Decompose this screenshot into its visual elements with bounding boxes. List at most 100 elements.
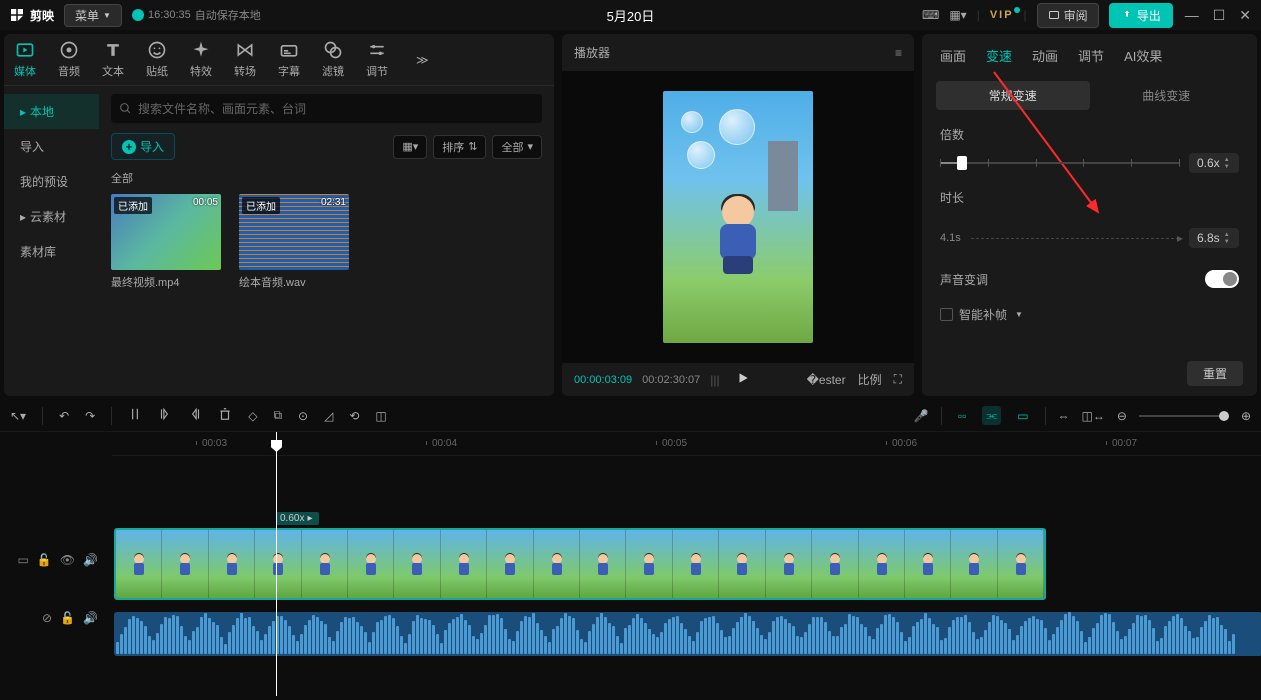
tab-text[interactable]: 文本	[102, 40, 124, 79]
ptab-speed[interactable]: 变速	[986, 46, 1012, 65]
rotate-tool[interactable]: ⟲	[349, 409, 359, 423]
check-icon	[132, 9, 144, 21]
text-icon	[103, 40, 123, 60]
sort-button[interactable]: 排序 ⇅	[433, 135, 486, 159]
clip-speed-badge: 0.60x▸	[276, 512, 319, 525]
mirror-tool[interactable]: ◿	[324, 409, 333, 423]
media-thumb[interactable]: 已添加 00:05 最终视频.mp4	[111, 194, 221, 290]
redo-button[interactable]: ↷	[85, 409, 95, 423]
trim-left-tool[interactable]	[158, 407, 172, 424]
filter-button[interactable]: 全部 ▾	[492, 135, 542, 159]
focus-icon[interactable]: �ester	[807, 373, 846, 387]
lock-icon[interactable]: 🔓	[37, 553, 52, 567]
export-button[interactable]: 导出	[1109, 3, 1173, 28]
subtab-curve[interactable]: 曲线变速	[1090, 81, 1244, 110]
preview-mode[interactable]: ▭	[1013, 407, 1032, 425]
reset-button[interactable]: 重置	[1187, 361, 1243, 386]
sidebar-local[interactable]: ▸ 本地	[4, 94, 99, 129]
delete-tool[interactable]	[218, 407, 232, 424]
playhead[interactable]	[276, 432, 277, 696]
sidebar-library[interactable]: 素材库	[4, 234, 99, 269]
speed-slider[interactable]	[940, 162, 1179, 164]
mic-icon[interactable]: 🎤	[914, 409, 929, 423]
marker-tool[interactable]: ◇	[248, 409, 257, 423]
ratio-button[interactable]: 比例	[858, 371, 882, 388]
tab-transition[interactable]: 转场	[234, 40, 256, 79]
more-tabs-icon[interactable]: ≫	[416, 53, 429, 67]
ptab-ai[interactable]: AI效果	[1124, 46, 1162, 65]
zoom-out-icon[interactable]: ⊖	[1117, 409, 1127, 423]
pitch-label: 声音变调	[940, 271, 988, 288]
tab-subtitle[interactable]: 字幕	[278, 40, 300, 79]
minimize-button[interactable]: —	[1183, 7, 1201, 23]
view-mode-button[interactable]: ▦▾	[393, 135, 427, 159]
adjust-icon	[367, 40, 387, 60]
sidebar-preset[interactable]: 我的预设	[4, 164, 99, 199]
sidebar-import[interactable]: 导入	[4, 129, 99, 164]
cover-icon[interactable]: ▭	[18, 553, 29, 567]
media-thumb[interactable]: 已添加 02:31 绘本音频.wav	[239, 194, 349, 290]
tab-media[interactable]: 媒体	[14, 40, 36, 79]
current-time: 00:00:03:09	[574, 374, 632, 386]
magnet-mode[interactable]: ▫▫	[954, 407, 971, 425]
subtab-normal[interactable]: 常规变速	[936, 81, 1090, 110]
zoom-in-icon[interactable]: ⊕	[1241, 409, 1251, 423]
video-frame	[663, 91, 813, 343]
split-tool[interactable]	[128, 407, 142, 424]
menu-button[interactable]: 菜单▼	[64, 4, 122, 27]
tab-sticker[interactable]: 贴纸	[146, 40, 168, 79]
mute-icon[interactable]: 🔊	[83, 553, 98, 567]
maximize-button[interactable]: ☐	[1211, 7, 1228, 24]
effects-icon	[191, 40, 211, 60]
duration-value[interactable]: 6.8s▲▼	[1189, 228, 1239, 248]
search-input[interactable]: 搜索文件名称、画面元素、台词	[111, 94, 542, 123]
review-icon	[1048, 9, 1060, 21]
tab-filter[interactable]: 滤镜	[322, 40, 344, 79]
transition-icon	[235, 40, 255, 60]
fullscreen-icon[interactable]: ⛶	[894, 372, 902, 387]
ptab-adjust[interactable]: 调节	[1078, 46, 1104, 65]
pitch-toggle[interactable]	[1205, 270, 1239, 288]
search-icon	[119, 102, 132, 115]
mute-icon[interactable]: 🔊	[83, 611, 98, 625]
layout-icon[interactable]: ▦▾	[949, 8, 966, 22]
audio-clip[interactable]	[114, 612, 1261, 656]
video-clip[interactable]	[114, 528, 1046, 600]
player-menu-icon[interactable]: ≡	[895, 46, 902, 60]
player-viewport	[562, 71, 914, 363]
audio-track-controls: ⊘ 🔓 🔊	[0, 586, 112, 636]
disable-icon[interactable]: ⊘	[42, 611, 52, 625]
zoom-slider[interactable]	[1139, 415, 1229, 417]
smartframe-checkbox[interactable]	[940, 308, 953, 321]
keyboard-icon[interactable]: ⌨	[922, 8, 939, 22]
tab-adjust[interactable]: 调节	[366, 40, 388, 79]
select-tool[interactable]: ↖▾	[10, 409, 26, 423]
tab-effects[interactable]: 特效	[190, 40, 212, 79]
duration-original: 4.1s	[940, 232, 961, 244]
close-button[interactable]: ✕	[1237, 7, 1253, 24]
tab-audio[interactable]: 音频	[58, 40, 80, 79]
logo-icon	[8, 6, 26, 24]
sticker-icon	[147, 40, 167, 60]
undo-button[interactable]: ↶	[59, 409, 69, 423]
snap-tool[interactable]: ◫↔	[1082, 409, 1105, 423]
sidebar-cloud[interactable]: ▸ 云素材	[4, 199, 99, 234]
freeze-tool[interactable]: ⊙	[298, 409, 308, 423]
ptab-anim[interactable]: 动画	[1032, 46, 1058, 65]
ptab-picture[interactable]: 画面	[940, 46, 966, 65]
vip-badge[interactable]: VIP	[990, 9, 1014, 21]
import-button[interactable]: +导入	[111, 133, 175, 160]
link-mode[interactable]: ⫘	[982, 406, 1001, 425]
align-tool[interactable]: ⇔	[1058, 409, 1070, 423]
eye-icon[interactable]: 👁	[60, 553, 75, 567]
trim-right-tool[interactable]	[188, 407, 202, 424]
media-sidebar: ▸ 本地 导入 我的预设 ▸ 云素材 素材库	[4, 86, 99, 396]
group-tool[interactable]: ⧉	[273, 408, 282, 423]
lock-icon[interactable]: 🔓	[60, 611, 75, 625]
review-button[interactable]: 审阅	[1037, 3, 1099, 28]
timeline-ruler[interactable]: 00:03 00:04 00:05 00:06 00:07	[112, 432, 1261, 456]
speed-value[interactable]: 0.6x▲▼	[1189, 153, 1239, 173]
play-button[interactable]	[736, 371, 750, 388]
crop-tool[interactable]: ◫	[375, 409, 386, 423]
media-tabs: 媒体 音频 文本 贴纸 特效 转场 字幕 滤镜 调节 ≫	[4, 34, 554, 86]
